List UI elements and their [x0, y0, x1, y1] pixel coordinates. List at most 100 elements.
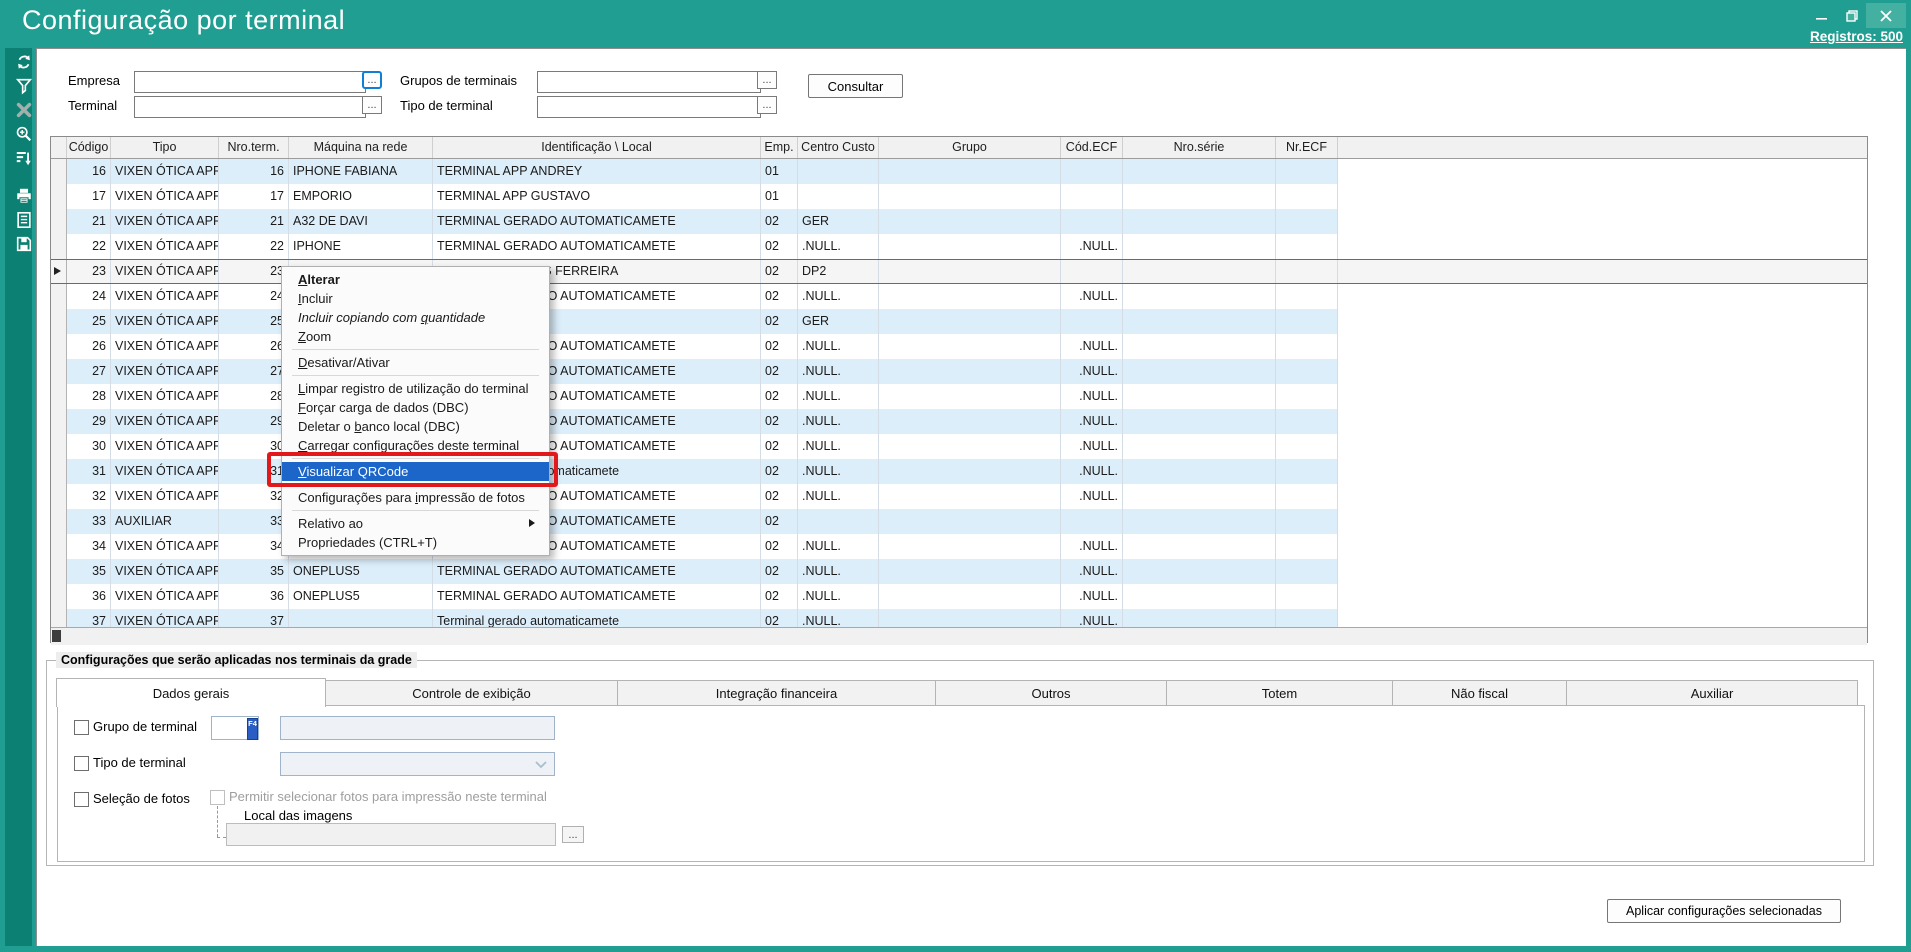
column-header[interactable]: Tipo [111, 137, 219, 158]
grupo-desc-input[interactable] [280, 716, 555, 740]
print-button[interactable] [14, 186, 34, 206]
column-header[interactable]: Cód.ECF [1061, 137, 1123, 158]
column-header[interactable]: Nro.term. [219, 137, 289, 158]
menu-item-limpar-registro[interactable]: Limpar registro de utilização do termina… [282, 379, 549, 398]
row-indicator-cell[interactable] [51, 384, 67, 409]
table-row[interactable]: 22VIXEN ÓTICA APP22IPHONETERMINAL GERADO… [51, 234, 1867, 259]
cell-grupo [879, 184, 1061, 209]
row-indicator-cell[interactable] [51, 609, 67, 627]
menu-item-deletar-banco[interactable]: Deletar o banco local (DBC) [282, 417, 549, 436]
cell-emp: 01 [761, 184, 798, 209]
grupos-browse-button[interactable]: ... [757, 71, 777, 89]
table-row[interactable]: 37VIXEN ÓTICA APP37Terminal gerado autom… [51, 609, 1867, 627]
menu-item-zoom[interactable]: Zoom [282, 327, 549, 346]
records-count-link[interactable]: Registros: 500 [1810, 29, 1903, 44]
row-indicator-cell[interactable] [51, 484, 67, 509]
cell-tipo: AUXILIAR [111, 509, 219, 534]
menu-item-desativar-ativar[interactable]: Desativar/Ativar [282, 353, 549, 372]
clear-filter-button[interactable] [14, 100, 34, 120]
row-indicator-cell[interactable] [51, 459, 67, 484]
tab-totem[interactable]: Totem [1166, 680, 1393, 706]
consultar-button[interactable]: Consultar [808, 74, 903, 98]
row-indicator-cell[interactable] [51, 159, 67, 184]
menu-item-relativo-ao[interactable]: Relativo ao [282, 514, 549, 533]
tab-auxiliar[interactable]: Auxiliar [1566, 680, 1858, 706]
local-imagens-input[interactable] [226, 823, 556, 846]
grupos-terminais-input[interactable] [537, 71, 761, 93]
sort-button[interactable] [14, 148, 34, 168]
grupo-terminal-checkbox[interactable] [74, 720, 89, 735]
cell-codecf: .NULL. [1061, 284, 1123, 309]
tipo-terminal-input[interactable] [537, 96, 761, 118]
tipo-terminal-combobox[interactable] [280, 752, 555, 776]
row-indicator-cell[interactable] [51, 509, 67, 534]
empresa-browse-button[interactable]: ... [362, 71, 382, 89]
selecao-fotos-checkbox[interactable] [74, 792, 89, 807]
apply-configurations-button[interactable]: Aplicar configurações selecionadas [1607, 899, 1841, 923]
menu-item-config-impressao-fotos[interactable]: Configurações para impressão de fotos [282, 488, 549, 507]
table-row[interactable]: 35VIXEN ÓTICA APP35ONEPLUS5TERMINAL GERA… [51, 559, 1867, 584]
refresh-button[interactable] [14, 52, 34, 72]
row-indicator-cell[interactable] [51, 359, 67, 384]
tab-outros[interactable]: Outros [935, 680, 1167, 706]
local-imagens-browse-button[interactable]: ... [562, 826, 584, 843]
tab-n-o-fiscal[interactable]: Não fiscal [1392, 680, 1567, 706]
minimize-button[interactable] [1806, 3, 1836, 28]
cell-nrecf [1276, 559, 1338, 584]
row-indicator-cell[interactable] [51, 209, 67, 234]
permitir-fotos-checkbox[interactable] [210, 790, 225, 805]
row-indicator-cell[interactable] [51, 534, 67, 559]
tab-controle-de-exibi-o[interactable]: Controle de exibição [325, 680, 618, 706]
restore-button[interactable] [1838, 3, 1866, 28]
menu-item-propriedades[interactable]: Propriedades (CTRL+T) [282, 533, 549, 552]
column-header[interactable]: Centro Custo [798, 137, 879, 158]
tab-integra-o-financeira[interactable]: Integração financeira [617, 680, 936, 706]
row-indicator-cell[interactable] [51, 584, 67, 609]
cell-ident: TERMINAL GERADO AUTOMATICAMETE [433, 559, 761, 584]
row-indicator-cell[interactable] [51, 409, 67, 434]
row-indicator-cell[interactable] [51, 260, 67, 283]
f4-lookup-badge[interactable]: F4 [247, 718, 258, 740]
menu-item-forcar-carga[interactable]: Forçar carga de dados (DBC) [282, 398, 549, 417]
menu-item-alterar[interactable]: Alterar [282, 270, 549, 289]
menu-item-incluir-copiando[interactable]: Incluir copiando com quantidade [282, 308, 549, 327]
terminal-browse-button[interactable]: ... [362, 96, 382, 114]
tipo-browse-button[interactable]: ... [757, 96, 777, 114]
table-row[interactable]: 16VIXEN ÓTICA APP16IPHONE FABIANATERMINA… [51, 159, 1867, 184]
row-indicator-cell[interactable] [51, 284, 67, 309]
cell-grupo [879, 284, 1061, 309]
menu-item-incluir[interactable]: Incluir [282, 289, 549, 308]
row-indicator-cell[interactable] [51, 434, 67, 459]
save-button[interactable] [14, 234, 34, 254]
row-indicator-cell[interactable] [51, 184, 67, 209]
tab-dados-gerais[interactable]: Dados gerais [56, 678, 326, 707]
report-button[interactable] [14, 210, 34, 230]
cell-filler [1338, 159, 1867, 184]
column-header[interactable]: Máquina na rede [289, 137, 433, 158]
row-indicator-cell[interactable] [51, 334, 67, 359]
close-button[interactable] [1866, 3, 1906, 28]
filter-button[interactable] [14, 76, 34, 96]
row-indicator-cell[interactable] [51, 234, 67, 259]
zoom-button[interactable] [14, 124, 34, 144]
tipo-terminal-checkbox[interactable] [74, 756, 89, 771]
column-header[interactable]: Identificação \ Local [433, 137, 761, 158]
horizontal-scrollbar[interactable] [51, 627, 1867, 645]
cell-grupo [879, 234, 1061, 259]
row-indicator-cell[interactable] [51, 309, 67, 334]
column-header[interactable]: Código [67, 137, 111, 158]
table-row[interactable]: 17VIXEN ÓTICA APP17EMPORIOTERMINAL APP G… [51, 184, 1867, 209]
cell-tipo: VIXEN ÓTICA APP [111, 209, 219, 234]
column-header[interactable]: Nr.ECF [1276, 137, 1338, 158]
column-header[interactable]: Nro.série [1123, 137, 1276, 158]
table-row[interactable]: 36VIXEN ÓTICA APP36ONEPLUS5TERMINAL GERA… [51, 584, 1867, 609]
empresa-input[interactable] [134, 71, 366, 93]
column-header[interactable]: Emp. [761, 137, 798, 158]
cell-centro: .NULL. [798, 234, 879, 259]
terminal-input[interactable] [134, 96, 366, 118]
row-indicator-cell[interactable] [51, 559, 67, 584]
column-header[interactable]: Grupo [879, 137, 1061, 158]
cell-nroterm: 24 [219, 284, 289, 309]
table-row[interactable]: 21VIXEN ÓTICA APP21A32 DE DAVITERMINAL G… [51, 209, 1867, 234]
horizontal-scrollbar-thumb[interactable] [52, 630, 61, 642]
